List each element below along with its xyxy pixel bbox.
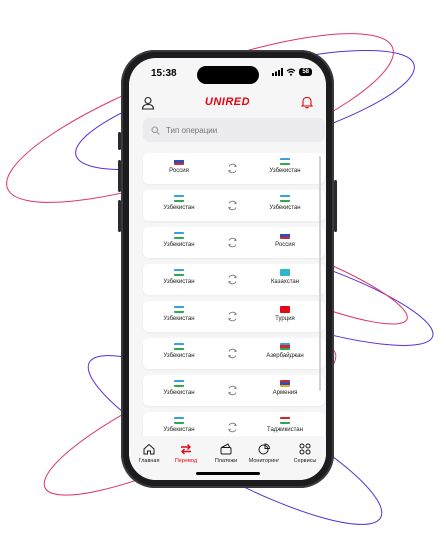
country-name: Узбекистан bbox=[269, 168, 301, 174]
grid-icon bbox=[299, 443, 311, 455]
flag-uzbekistan-icon bbox=[174, 380, 184, 387]
wifi-icon bbox=[286, 68, 296, 76]
app-screen: 15:38 58 UNIRED Тип операции Россия Узбе… bbox=[129, 58, 326, 480]
destination-country: Таджикистан bbox=[257, 417, 313, 433]
volume-up-button bbox=[118, 160, 121, 192]
transfer-icon bbox=[181, 444, 191, 455]
power-button bbox=[334, 180, 337, 232]
dynamic-island bbox=[197, 66, 259, 84]
swap-direction-icon bbox=[227, 163, 238, 174]
volume-down-button bbox=[118, 200, 121, 232]
search-icon bbox=[151, 125, 160, 135]
tab-home[interactable]: Главная bbox=[129, 442, 169, 464]
transfer-route-list: Россия Узбекистан Узбекистан Узбекистан Узбе… bbox=[143, 153, 325, 449]
flag-uzbekistan-icon bbox=[174, 417, 184, 424]
flag-tajikistan-icon bbox=[280, 417, 290, 424]
country-name: Узбекистан bbox=[163, 390, 195, 396]
search-input[interactable] bbox=[164, 124, 318, 136]
source-country: Россия bbox=[151, 158, 207, 174]
wallet-icon bbox=[220, 443, 232, 455]
flag-armenia-icon bbox=[280, 380, 290, 387]
swap-direction-icon bbox=[227, 385, 238, 396]
transfer-route-card[interactable]: Россия Узбекистан bbox=[143, 153, 325, 184]
flag-uzbekistan-icon bbox=[174, 269, 184, 276]
tab-label: Платежи bbox=[214, 458, 238, 464]
swap-direction-icon bbox=[227, 348, 238, 359]
transfer-route-card[interactable]: Узбекистан Россия bbox=[143, 227, 325, 258]
swap-direction-icon bbox=[227, 311, 238, 322]
tab-label: Перевод bbox=[174, 458, 198, 464]
flag-uzbekistan-icon bbox=[280, 195, 290, 202]
flag-kazakhstan-icon bbox=[280, 269, 290, 276]
bell-icon[interactable] bbox=[300, 95, 314, 109]
country-name: Узбекистан bbox=[163, 427, 195, 433]
country-name: Азербайджан bbox=[266, 353, 304, 359]
status-icons: 58 bbox=[272, 68, 312, 76]
tab-label: Сервисы bbox=[293, 458, 317, 464]
country-name: Узбекистан bbox=[269, 205, 301, 211]
home-indicator bbox=[196, 472, 260, 475]
tab-label: Главная bbox=[138, 458, 160, 464]
country-name: Узбекистан bbox=[163, 316, 195, 322]
flag-russia-icon bbox=[174, 158, 184, 165]
country-name: Россия bbox=[275, 242, 295, 248]
tab-transfer[interactable]: Перевод bbox=[166, 442, 206, 464]
country-name: Узбекистан bbox=[163, 205, 195, 211]
source-country: Узбекистан bbox=[151, 232, 207, 248]
source-country: Узбекистан bbox=[151, 417, 207, 433]
tab-pie-chart[interactable]: Мониторинг bbox=[244, 442, 284, 464]
country-name: Узбекистан bbox=[163, 353, 195, 359]
flag-russia-icon bbox=[280, 232, 290, 239]
destination-country: Армения bbox=[257, 380, 313, 396]
source-country: Узбекистан bbox=[151, 269, 207, 285]
flag-uzbekistan-icon bbox=[174, 232, 184, 239]
scrollbar[interactable] bbox=[319, 156, 321, 391]
country-name: Турция bbox=[275, 316, 295, 322]
country-name: Узбекистан bbox=[163, 279, 195, 285]
country-name: Армения bbox=[272, 390, 298, 396]
flag-uzbekistan-icon bbox=[174, 306, 184, 313]
source-country: Узбекистан bbox=[151, 380, 207, 396]
app-header: UNIRED bbox=[129, 92, 326, 114]
operation-search[interactable] bbox=[143, 118, 325, 142]
mute-switch bbox=[118, 132, 121, 150]
country-name: Казахстан bbox=[270, 279, 300, 285]
destination-country: Казахстан bbox=[257, 269, 313, 285]
destination-country: Узбекистан bbox=[257, 195, 313, 211]
destination-country: Азербайджан bbox=[257, 343, 313, 359]
tab-wallet[interactable]: Платежи bbox=[206, 442, 246, 464]
swap-direction-icon bbox=[227, 200, 238, 211]
transfer-route-card[interactable]: Узбекистан Узбекистан bbox=[143, 190, 325, 221]
country-name: Россия bbox=[169, 168, 189, 174]
source-country: Узбекистан bbox=[151, 343, 207, 359]
swap-direction-icon bbox=[227, 422, 238, 433]
source-country: Узбекистан bbox=[151, 195, 207, 211]
source-country: Узбекистан bbox=[151, 306, 207, 322]
tab-grid[interactable]: Сервисы bbox=[285, 442, 325, 464]
transfer-route-card[interactable]: Узбекистан Казахстан bbox=[143, 264, 325, 295]
country-name: Узбекистан bbox=[163, 242, 195, 248]
status-time: 15:38 bbox=[151, 68, 177, 79]
destination-country: Турция bbox=[257, 306, 313, 322]
flag-azerbaijan-icon bbox=[280, 343, 290, 350]
transfer-route-card[interactable]: Узбекистан Азербайджан bbox=[143, 338, 325, 369]
transfer-route-card[interactable]: Узбекистан Армения bbox=[143, 375, 325, 406]
signal-icon bbox=[272, 68, 284, 76]
tab-label: Мониторинг bbox=[248, 458, 280, 464]
battery-indicator: 58 bbox=[299, 68, 312, 76]
phone-frame: 15:38 58 UNIRED Тип операции Россия Узбе… bbox=[118, 50, 337, 488]
flag-turkey-icon bbox=[280, 306, 290, 313]
home-icon bbox=[143, 443, 155, 455]
flag-uzbekistan-icon bbox=[280, 158, 290, 165]
flag-uzbekistan-icon bbox=[174, 195, 184, 202]
transfer-route-card[interactable]: Узбекистан Турция bbox=[143, 301, 325, 332]
destination-country: Узбекистан bbox=[257, 158, 313, 174]
brand-logo: UNIRED bbox=[204, 96, 251, 108]
destination-country: Россия bbox=[257, 232, 313, 248]
swap-direction-icon bbox=[227, 274, 238, 285]
country-name: Таджикистан bbox=[267, 427, 303, 433]
flag-uzbekistan-icon bbox=[174, 343, 184, 350]
pie-chart-icon bbox=[258, 443, 271, 455]
swap-direction-icon bbox=[227, 237, 238, 248]
